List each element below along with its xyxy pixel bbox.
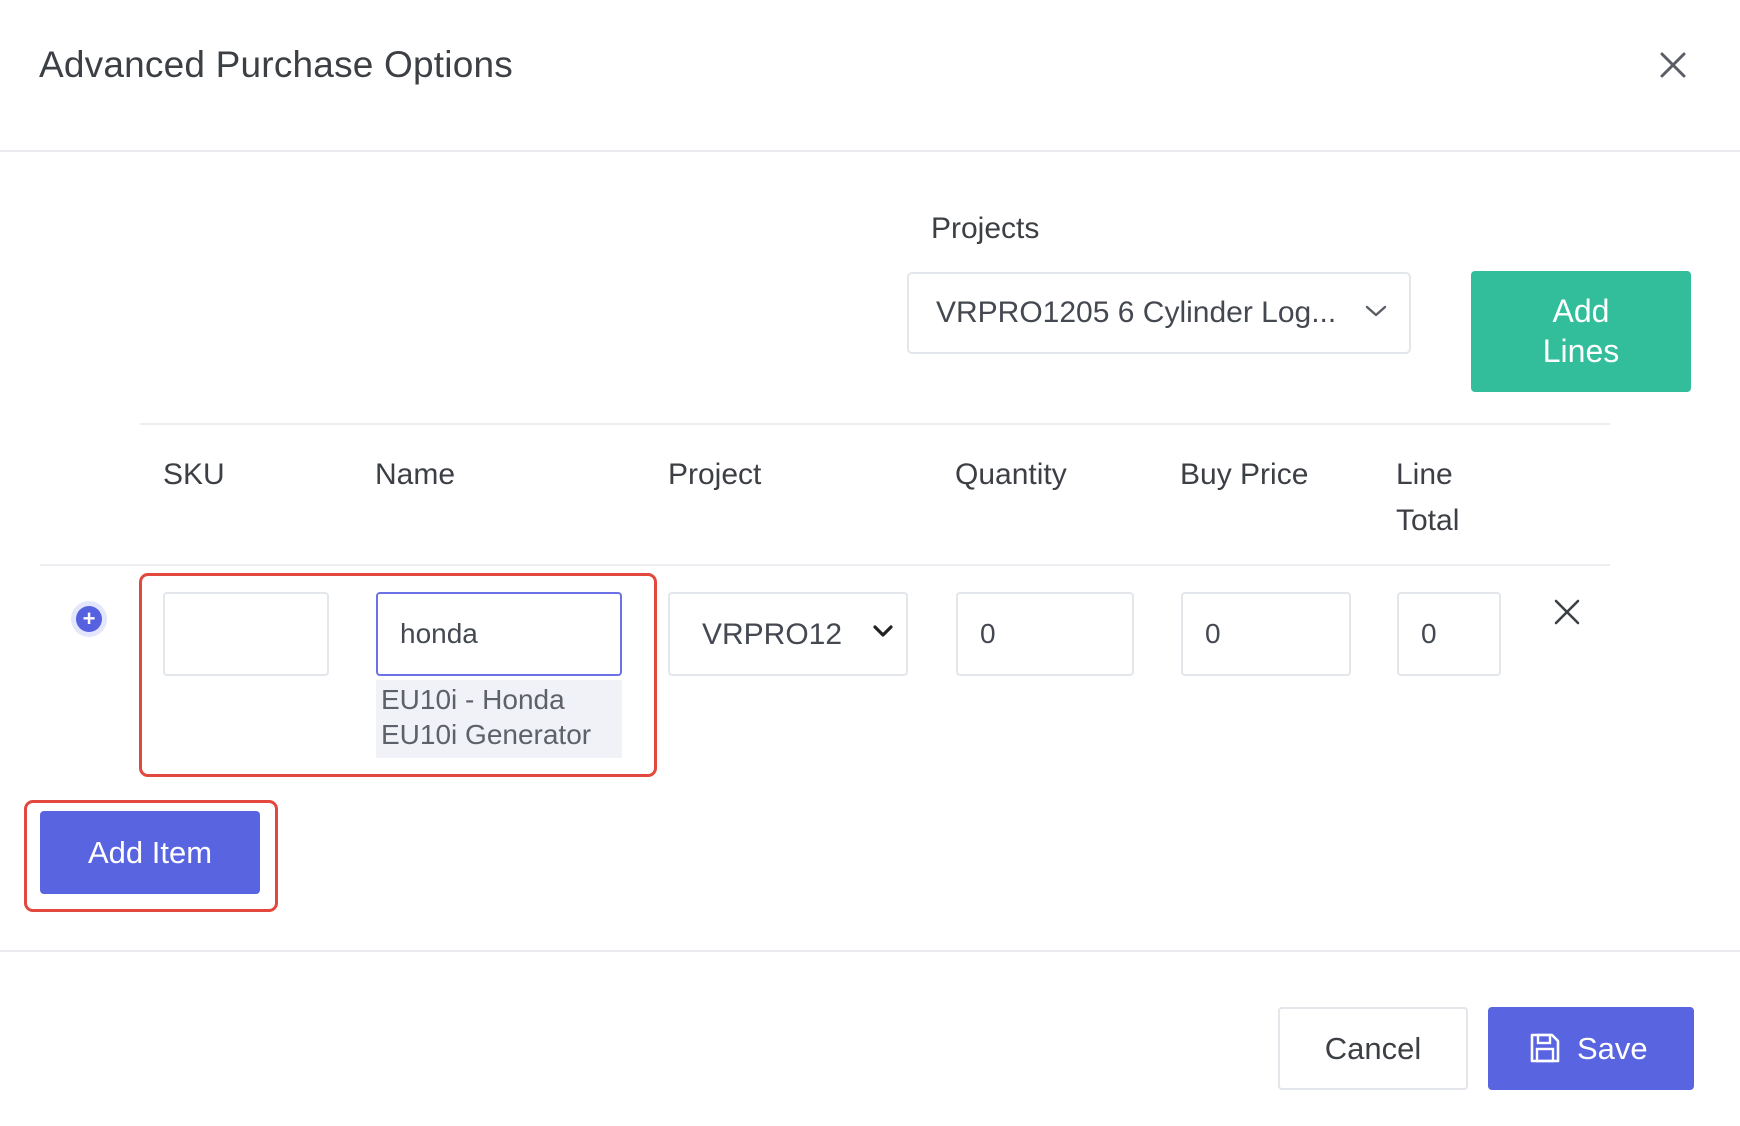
add-lines-label: Add Lines <box>1542 293 1620 369</box>
column-header-buy-price: Buy Price <box>1180 458 1309 491</box>
save-button[interactable]: Save <box>1488 1007 1694 1090</box>
remove-row-button[interactable] <box>1549 594 1585 630</box>
projects-label: Projects <box>931 212 1040 245</box>
row-project-value: VRPRO120 <box>702 618 842 651</box>
close-button[interactable] <box>1650 42 1696 88</box>
close-icon <box>1660 52 1686 78</box>
remove-row-icon <box>1554 599 1580 625</box>
plus-circle-icon: + <box>76 606 102 632</box>
modal-title: Advanced Purchase Options <box>39 44 513 85</box>
cancel-button[interactable]: Cancel <box>1278 1007 1468 1090</box>
add-lines-button[interactable]: Add Lines <box>1471 271 1691 392</box>
column-header-quantity: Quantity <box>955 458 1067 491</box>
advanced-purchase-options-modal: Advanced Purchase Options Projects VRPRO… <box>0 0 1740 1126</box>
footer-divider <box>0 950 1740 952</box>
projects-selected-value: VRPRO1205 6 Cylinder Log... <box>936 296 1337 329</box>
row-project-select[interactable]: VRPRO120 <box>668 592 908 676</box>
column-header-line-total: Line Total <box>1396 458 1460 537</box>
save-label: Save <box>1577 1031 1648 1066</box>
table-header-divider <box>40 564 1610 566</box>
line-total-input[interactable]: 0 <box>1397 592 1501 676</box>
chevron-down-icon <box>873 625 893 637</box>
column-header-name: Name <box>375 458 456 491</box>
add-item-button[interactable]: Add Item <box>40 811 260 894</box>
chevron-down-icon <box>1365 305 1387 317</box>
projects-select[interactable]: VRPRO1205 6 Cylinder Log... <box>907 272 1411 354</box>
table-top-divider <box>140 423 1610 425</box>
buy-price-input[interactable]: 0 <box>1181 592 1351 676</box>
highlight-box-row-inputs <box>139 573 657 777</box>
column-header-sku: SKU <box>163 458 225 491</box>
floppy-disk-icon <box>1530 1033 1560 1063</box>
add-row-button[interactable]: + <box>71 601 107 637</box>
modal-header: Advanced Purchase Options <box>0 0 1740 152</box>
quantity-input[interactable]: 0 <box>956 592 1134 676</box>
column-header-project: Project <box>668 458 762 491</box>
